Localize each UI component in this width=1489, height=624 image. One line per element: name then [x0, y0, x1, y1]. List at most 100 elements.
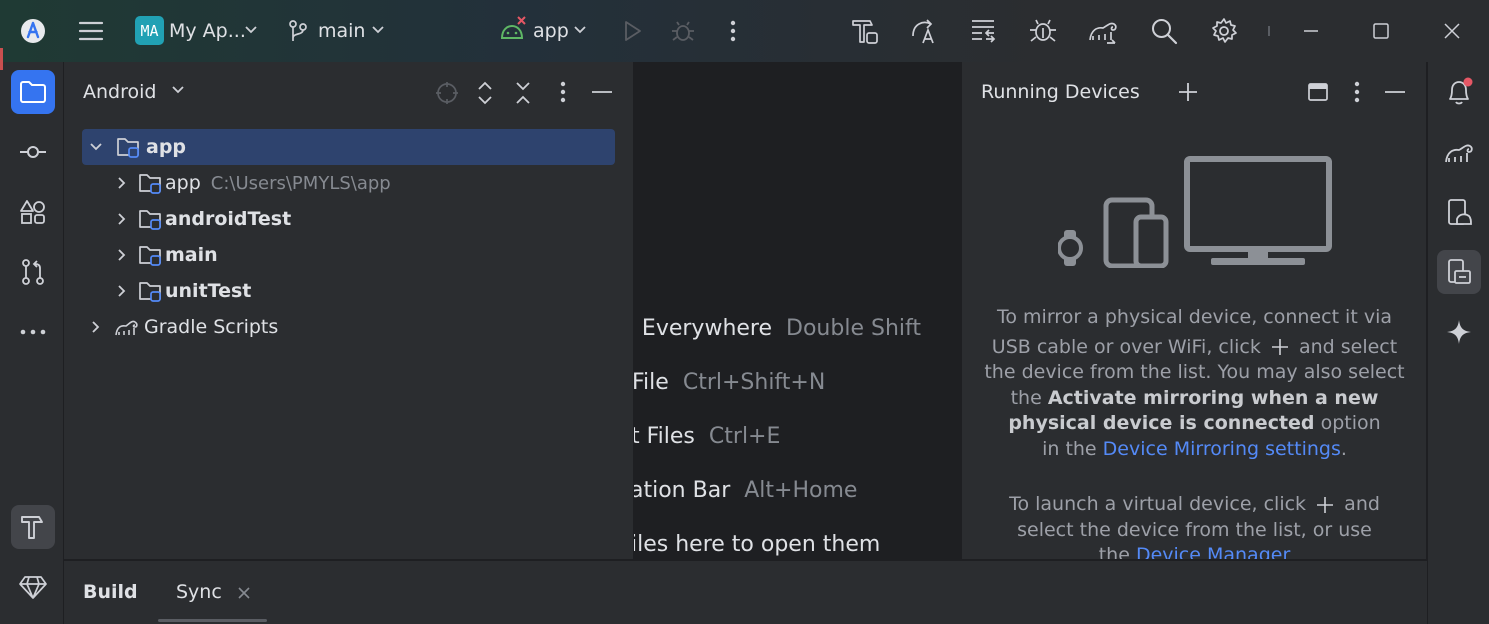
settings-gear-icon[interactable]: [1208, 15, 1240, 47]
text-line: the Activate mirroring when a new: [962, 386, 1426, 412]
chevron-down-icon[interactable]: [171, 85, 185, 95]
hint-shortcut: Alt+Home: [744, 478, 858, 503]
git-branch-icon[interactable]: [287, 19, 309, 43]
project-view-selector[interactable]: Android: [83, 81, 156, 103]
options-icon[interactable]: [560, 81, 566, 103]
bell-icon: [1449, 77, 1473, 105]
device-mirroring-settings-link[interactable]: Device Mirroring settings: [1103, 438, 1341, 460]
text-line: To launch a virtual device, click and: [962, 492, 1426, 518]
add-device-icon[interactable]: [1176, 80, 1200, 104]
apply-changes-icon[interactable]: [907, 14, 941, 48]
bold-text: Activate mirroring when a new: [1047, 386, 1379, 409]
options-icon[interactable]: [1354, 81, 1360, 103]
device-manager-button[interactable]: [1437, 190, 1481, 234]
hint-shortcut: Double Shift: [786, 316, 921, 341]
commit-tool-button[interactable]: [11, 130, 55, 174]
chevron-right-icon[interactable]: [84, 315, 108, 339]
title-bar: MA My Ap... main app: [0, 0, 1489, 62]
virtual-device-instructions: To launch a virtual device, click and se…: [962, 492, 1426, 559]
chevron-right-icon[interactable]: [110, 243, 134, 267]
text-line: the device from the list. You may also s…: [984, 361, 1405, 383]
select-opened-file-icon[interactable]: [435, 81, 459, 105]
chevron-right-icon[interactable]: [110, 207, 134, 231]
main-menu-icon[interactable]: [76, 16, 106, 46]
tree-item-app-module[interactable]: app: [82, 129, 615, 165]
gradle-tool-button[interactable]: [1437, 130, 1481, 174]
running-devices-title: Running Devices: [981, 81, 1140, 103]
folder-icon: [20, 81, 46, 103]
left-tool-strip: [0, 62, 64, 624]
chevron-right-icon[interactable]: [110, 279, 134, 303]
more-actions-icon[interactable]: [722, 17, 744, 45]
minimize-window-icon[interactable]: [1300, 20, 1322, 42]
text-part: and: [1344, 493, 1380, 515]
text-part: the: [1098, 544, 1130, 559]
close-window-icon[interactable]: [1440, 19, 1464, 43]
mirror-instructions: To mirror a physical device, connect it …: [962, 305, 1426, 462]
device-manager-icon: [1448, 199, 1472, 225]
gradle-sync-icon[interactable]: [1085, 14, 1121, 48]
tree-item-app-folder[interactable]: app C:\Users\PMYLS\app: [82, 165, 615, 201]
right-tool-strip: [1427, 62, 1489, 624]
more-tools-button[interactable]: [11, 310, 55, 354]
gemini-button[interactable]: [1437, 310, 1481, 354]
diamond-icon: [19, 576, 47, 599]
expand-all-icon[interactable]: [475, 80, 495, 106]
build-icon[interactable]: [848, 14, 882, 48]
hint-navigation-bar: ation Bar Alt+Home: [634, 478, 858, 503]
project-name[interactable]: My Ap...: [169, 20, 246, 42]
notifications-button[interactable]: [1437, 70, 1481, 114]
text-part: option: [1320, 412, 1381, 434]
chevron-right-icon[interactable]: [110, 171, 134, 195]
run-icon[interactable]: [620, 18, 644, 44]
search-icon[interactable]: [1148, 15, 1180, 47]
bold-text: physical device is connected: [1008, 412, 1315, 434]
resource-manager-button[interactable]: [11, 190, 55, 234]
run-config-name[interactable]: app: [533, 20, 569, 42]
hint-recent-files: t Files Ctrl+E: [634, 424, 781, 449]
hint-shortcut: Ctrl+E: [708, 424, 781, 449]
hide-panel-icon[interactable]: [591, 90, 613, 94]
tree-item-unittest[interactable]: unitTest: [82, 273, 615, 309]
chevron-down-icon[interactable]: [572, 22, 588, 38]
layout-toggle-icon[interactable]: [1307, 82, 1329, 102]
text-line: the Device Manager: [962, 543, 1426, 559]
tab-build[interactable]: Build: [83, 581, 138, 603]
android-app-config-icon[interactable]: [498, 14, 528, 42]
chevron-down-icon[interactable]: [243, 22, 259, 38]
chevron-down-icon[interactable]: [370, 22, 386, 38]
text-part: .: [1340, 437, 1347, 460]
hammer-icon: [21, 516, 43, 539]
hint-drop-files: iles here to open them: [633, 532, 881, 557]
hide-panel-icon[interactable]: [1384, 90, 1406, 94]
tree-item-main[interactable]: main: [82, 237, 615, 273]
android-studio-logo-icon[interactable]: [20, 18, 46, 44]
devices-illustration-icon: [1058, 156, 1333, 268]
project-badge[interactable]: MA: [135, 16, 164, 45]
window-edge-marker: [0, 48, 3, 70]
tree-item-androidtest[interactable]: androidTest: [82, 201, 615, 237]
sync-project-icon[interactable]: [966, 14, 1000, 48]
branch-name[interactable]: main: [318, 20, 365, 42]
tree-item-label: app: [165, 172, 201, 194]
chevron-down-icon[interactable]: [84, 135, 108, 159]
collapse-all-icon[interactable]: [513, 80, 533, 106]
device-manager-link[interactable]: Device Manager: [1136, 544, 1290, 559]
pull-requests-button[interactable]: [11, 250, 55, 294]
text-line: select the device from the list, or use: [1017, 518, 1372, 541]
build-tool-button[interactable]: [11, 505, 55, 549]
editor-empty-area: n Everywhere Double Shift File Ctrl+Shift+…: [633, 62, 960, 559]
hint-action: iles here to open them: [633, 532, 881, 557]
active-tab-underline: [158, 619, 267, 622]
close-tab-icon[interactable]: [237, 586, 251, 600]
debug-icon[interactable]: [669, 17, 697, 45]
project-tool-button[interactable]: [11, 70, 55, 114]
more-horizontal-icon: [20, 329, 46, 335]
tab-sync[interactable]: Sync: [176, 581, 222, 603]
gemini-gem-tool-button[interactable]: [11, 565, 55, 609]
attach-debugger-icon[interactable]: [1026, 14, 1060, 48]
running-devices-button[interactable]: [1437, 250, 1481, 294]
maximize-window-icon[interactable]: [1369, 19, 1393, 43]
tree-item-gradle-scripts[interactable]: Gradle Scripts: [82, 309, 615, 345]
module-folder-icon: [116, 135, 142, 159]
